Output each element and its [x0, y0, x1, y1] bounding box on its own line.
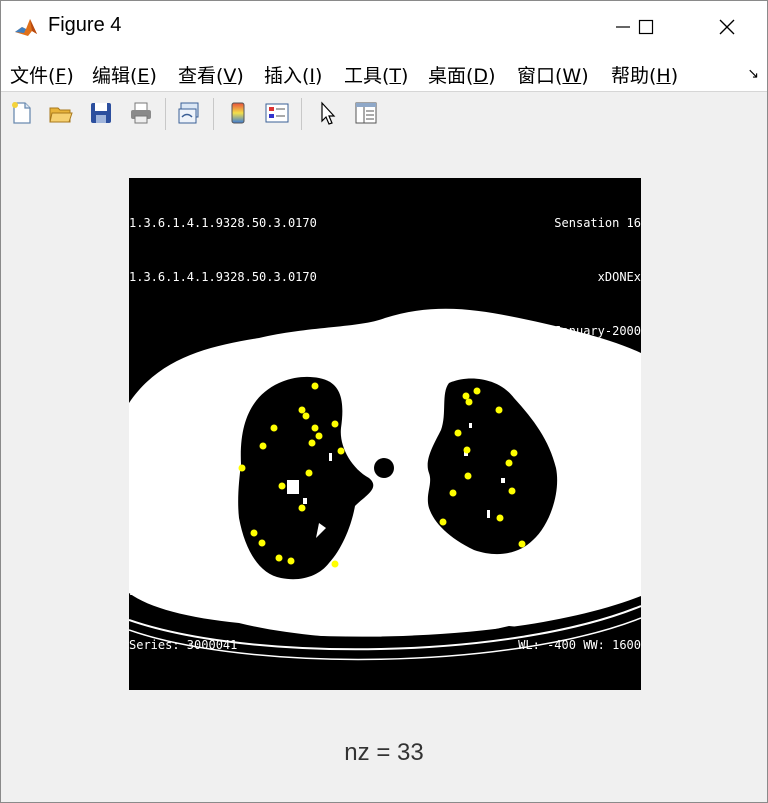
- nodule-marker: [250, 529, 258, 537]
- overlay-date: 1-January-2000: [539, 324, 641, 338]
- nodule-marker: [337, 447, 345, 455]
- nodule-marker: [465, 398, 473, 406]
- overlay-study-uid: 1.3.6.1.4.1.9328.50.3.0170: [129, 216, 317, 230]
- nodule-marker: [331, 560, 339, 568]
- print-button[interactable]: [126, 98, 156, 128]
- nodule-marker: [259, 442, 267, 450]
- overlay-images: Images: 37/167: [129, 584, 231, 598]
- overlay-window-level: WL: -400 WW: 1600: [518, 638, 641, 652]
- overlay-bottom-right: 75 mA 120.00kV WL: -400 WW: 1600: [518, 546, 641, 690]
- maximize-icon: [638, 19, 654, 35]
- nodule-marker: [275, 554, 283, 562]
- insert-legend-button[interactable]: [262, 98, 292, 128]
- close-button[interactable]: [704, 1, 750, 53]
- nodule-marker: [510, 449, 518, 457]
- nodule-marker: [305, 469, 313, 477]
- new-figure-icon: [12, 102, 31, 124]
- overlay-series: Series: 3000041: [129, 638, 238, 652]
- nodule-marker: [505, 459, 513, 467]
- colorbar-icon: [231, 102, 245, 124]
- nodule-marker: [258, 539, 266, 547]
- overlay-exposure: 75 mA 120.00kV: [539, 584, 641, 598]
- menu-window[interactable]: 窗口(W): [517, 61, 589, 88]
- image-axes[interactable]: 1.3.6.1.4.1.9328.50.3.0170 1.3.6.1.4.1.9…: [129, 178, 641, 690]
- overlay-bottom-left: ST: CT LittleEndianImpl Images: 37/167 S…: [129, 384, 245, 690]
- nodule-marker: [311, 424, 319, 432]
- edit-plot-arrow-icon: [321, 101, 336, 125]
- open-file-button[interactable]: [46, 98, 76, 128]
- overlay-top-left: 1.3.6.1.4.1.9328.50.3.0170 1.3.6.1.4.1.9…: [129, 178, 317, 322]
- close-icon: [719, 19, 735, 35]
- overlay-series-uid: 1.3.6.1.4.1.9328.50.3.0170: [129, 270, 317, 284]
- save-button[interactable]: [86, 98, 116, 128]
- menu-bar: 文件(F) 编辑(E) 查看(V) 插入(I) 工具(T) 桌面(D) 窗口(W…: [1, 53, 767, 91]
- new-figure-button[interactable]: [7, 98, 37, 128]
- link-plot-button[interactable]: [174, 98, 204, 128]
- overlay-scanner-model: Sensation 16: [554, 216, 641, 230]
- nodule-marker: [439, 518, 447, 526]
- menu-view[interactable]: 查看(V): [178, 61, 244, 88]
- overlay-transfer-syntax: LittleEndianImpl: [129, 530, 245, 544]
- nodule-marker: [315, 432, 323, 440]
- nodule-marker: [302, 412, 310, 420]
- overlay-modality: CT: [129, 476, 144, 490]
- save-icon: [91, 103, 111, 123]
- toolbar: [1, 91, 767, 137]
- menu-insert[interactable]: 插入(I): [264, 61, 322, 88]
- menu-tools[interactable]: 工具(T): [344, 61, 408, 88]
- property-inspector-icon: [355, 102, 377, 124]
- x-axis-label: nz = 33: [344, 739, 424, 766]
- menu-help[interactable]: 帮助(H): [611, 61, 678, 88]
- print-icon: [131, 102, 151, 124]
- toolbar-separator: [213, 98, 214, 130]
- menu-edit[interactable]: 编辑(E): [92, 61, 157, 88]
- edit-plot-button[interactable]: [312, 98, 342, 128]
- nodule-marker: [496, 514, 504, 522]
- maximize-button[interactable]: [623, 1, 669, 53]
- nodule-marker: [298, 504, 306, 512]
- property-inspector-button[interactable]: [351, 98, 381, 128]
- insert-colorbar-button[interactable]: [223, 98, 253, 128]
- title-bar[interactable]: Figure 4: [1, 1, 767, 53]
- window-title: Figure 4: [48, 14, 122, 36]
- overlay-patient: xDONEx: [597, 270, 641, 284]
- nodule-marker: [464, 472, 472, 480]
- nodule-marker: [270, 424, 278, 432]
- nodule-marker: [311, 382, 319, 390]
- nodule-marker: [278, 482, 286, 490]
- nodule-marker: [298, 406, 306, 414]
- open-file-icon: [49, 107, 73, 123]
- nodule-marker: [463, 446, 471, 454]
- nodule-marker: [454, 429, 462, 437]
- nodule-marker: [495, 406, 503, 414]
- toolbar-separator: [165, 98, 166, 130]
- nodule-marker: [462, 392, 470, 400]
- legend-icon: [265, 103, 289, 123]
- matlab-icon: [13, 14, 39, 40]
- overlay-st: ST:: [129, 422, 151, 436]
- toolbar-separator: [301, 98, 302, 130]
- nodule-marker: [287, 557, 295, 565]
- menu-file[interactable]: 文件(F): [10, 61, 74, 88]
- menu-desktop[interactable]: 桌面(D): [428, 61, 495, 88]
- nodule-marker: [508, 487, 516, 495]
- nodule-marker: [331, 420, 339, 428]
- nodule-marker: [473, 387, 481, 395]
- nodule-marker: [449, 489, 457, 497]
- menu-overflow-arrow-icon[interactable]: ↘: [747, 65, 759, 82]
- link-plot-icon: [178, 102, 199, 124]
- figure-window: Figure 4 文件(F) 编辑(E) 查看(V) 插入(I) 工具(T) 桌…: [0, 0, 768, 803]
- overlay-top-right: Sensation 16 xDONEx 1-January-2000: [540, 178, 641, 376]
- nodule-marker: [308, 439, 316, 447]
